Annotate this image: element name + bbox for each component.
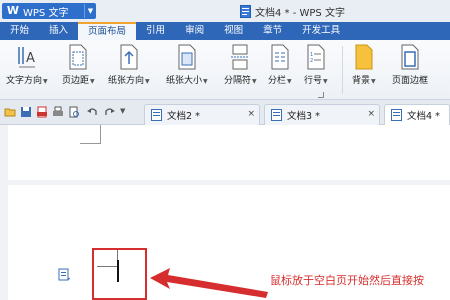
crop-mark-horizontal <box>80 143 101 144</box>
app-menu-button[interactable]: W WPS 文字 ▼ <box>2 3 96 19</box>
document-icon <box>240 5 251 18</box>
paragraph-marker-icon[interactable]: ▸ <box>58 268 72 282</box>
breaks-button[interactable]: 分隔符▼ <box>224 44 257 86</box>
text-direction-label: 文字方向 <box>6 76 43 86</box>
page-break-icon <box>231 44 250 70</box>
page-border-button[interactable]: 页面边框 <box>392 44 428 86</box>
orientation-button[interactable]: 纸张方向▼ <box>108 44 150 86</box>
customize-dropdown-icon[interactable]: ▼ <box>120 107 125 115</box>
svg-text:A: A <box>26 51 35 66</box>
export-pdf-icon[interactable] <box>36 106 48 118</box>
tab-review[interactable]: 审阅 <box>175 22 214 40</box>
ribbon-panel: A 文字方向▼ 页边距▼ 纸张方向▼ 纸张大小▼ 分隔符▼ 分栏▼ 1 2 行号… <box>0 40 450 100</box>
text-cursor <box>117 260 119 282</box>
doc-tab-label: 文档4 * <box>407 111 440 122</box>
text-direction-icon: A <box>18 47 35 68</box>
print-preview-icon[interactable] <box>68 106 80 118</box>
print-icon[interactable] <box>52 106 64 118</box>
app-name: WPS 文字 <box>23 7 69 19</box>
doc-tab-label: 文档3 * <box>287 111 320 122</box>
columns-button[interactable]: 分栏▼ <box>268 44 292 86</box>
svg-text:▸: ▸ <box>68 276 71 282</box>
document-icon <box>391 109 402 121</box>
breaks-label: 分隔符 <box>224 76 252 86</box>
tab-page-layout[interactable]: 页面布局 <box>78 22 137 40</box>
columns-icon <box>271 44 289 70</box>
document-icon <box>151 109 162 121</box>
page-orientation-icon <box>120 44 138 70</box>
svg-text:2: 2 <box>310 58 313 64</box>
close-icon[interactable]: × <box>367 109 375 119</box>
tab-references[interactable]: 引用 <box>136 22 175 40</box>
document-title: 文档4 * - WPS 文字 <box>255 8 345 19</box>
paper-size-label: 纸张大小 <box>166 76 203 86</box>
page-border-icon <box>401 44 419 70</box>
doc-tab-label: 文档2 * <box>167 111 200 122</box>
tab-insert[interactable]: 插入 <box>39 22 78 40</box>
arrow-icon <box>150 268 268 298</box>
orientation-label: 纸张方向 <box>108 76 145 86</box>
paper-size-icon <box>178 44 196 70</box>
line-numbers-label: 行号 <box>304 76 323 86</box>
tab-view[interactable]: 视图 <box>214 22 253 40</box>
save-icon[interactable] <box>20 106 32 118</box>
ribbon-tabs: 开始 插入 页面布局 引用 审阅 视图 章节 开发工具 <box>0 22 450 40</box>
columns-label: 分栏 <box>268 76 287 86</box>
window-title: 文档4 * - WPS 文字 <box>240 4 345 19</box>
doc-tab-2[interactable]: 文档2 * × <box>144 104 260 125</box>
tab-sections[interactable]: 章节 <box>253 22 292 40</box>
margins-button[interactable]: 页边距▼ <box>62 44 95 86</box>
close-icon[interactable]: × <box>247 109 255 119</box>
highlight-box <box>92 248 147 300</box>
doc-tab-3[interactable]: 文档3 * × <box>264 104 380 125</box>
quick-access-bar: ▼ 文档2 * × 文档3 * × 文档4 * <box>0 100 450 125</box>
page-border-label: 页面边框 <box>392 76 429 86</box>
open-folder-icon[interactable] <box>4 106 16 118</box>
wps-logo-icon: W <box>6 4 20 17</box>
annotation-text: 鼠标放于空白页开始然后直接按 <box>270 274 424 287</box>
background-label: 背景 <box>352 76 371 86</box>
dialog-launcher-icon[interactable] <box>318 92 324 98</box>
doc-tab-4[interactable]: 文档4 * <box>384 104 450 125</box>
document-icon <box>271 109 282 121</box>
background-icon <box>355 44 373 70</box>
chevron-down-icon[interactable]: ▼ <box>84 4 96 18</box>
page-previous[interactable] <box>8 125 450 180</box>
text-direction-button[interactable]: A 文字方向▼ <box>6 44 48 86</box>
crop-mark-vertical <box>100 125 101 143</box>
redo-icon[interactable] <box>104 106 116 118</box>
tab-developer[interactable]: 开发工具 <box>292 22 350 40</box>
line-numbers-icon: 1 2 <box>307 44 325 70</box>
margins-icon <box>69 44 87 70</box>
background-button[interactable]: 背景▼ <box>352 44 376 86</box>
margins-label: 页边距 <box>62 76 90 86</box>
title-bar: W WPS 文字 ▼ 文档4 * - WPS 文字 <box>0 0 450 22</box>
undo-icon[interactable] <box>86 106 98 118</box>
ribbon-separator <box>342 46 343 94</box>
tab-home[interactable]: 开始 <box>0 22 39 40</box>
line-numbers-button[interactable]: 1 2 行号▼ <box>304 44 328 86</box>
paper-size-button[interactable]: 纸张大小▼ <box>166 44 208 86</box>
